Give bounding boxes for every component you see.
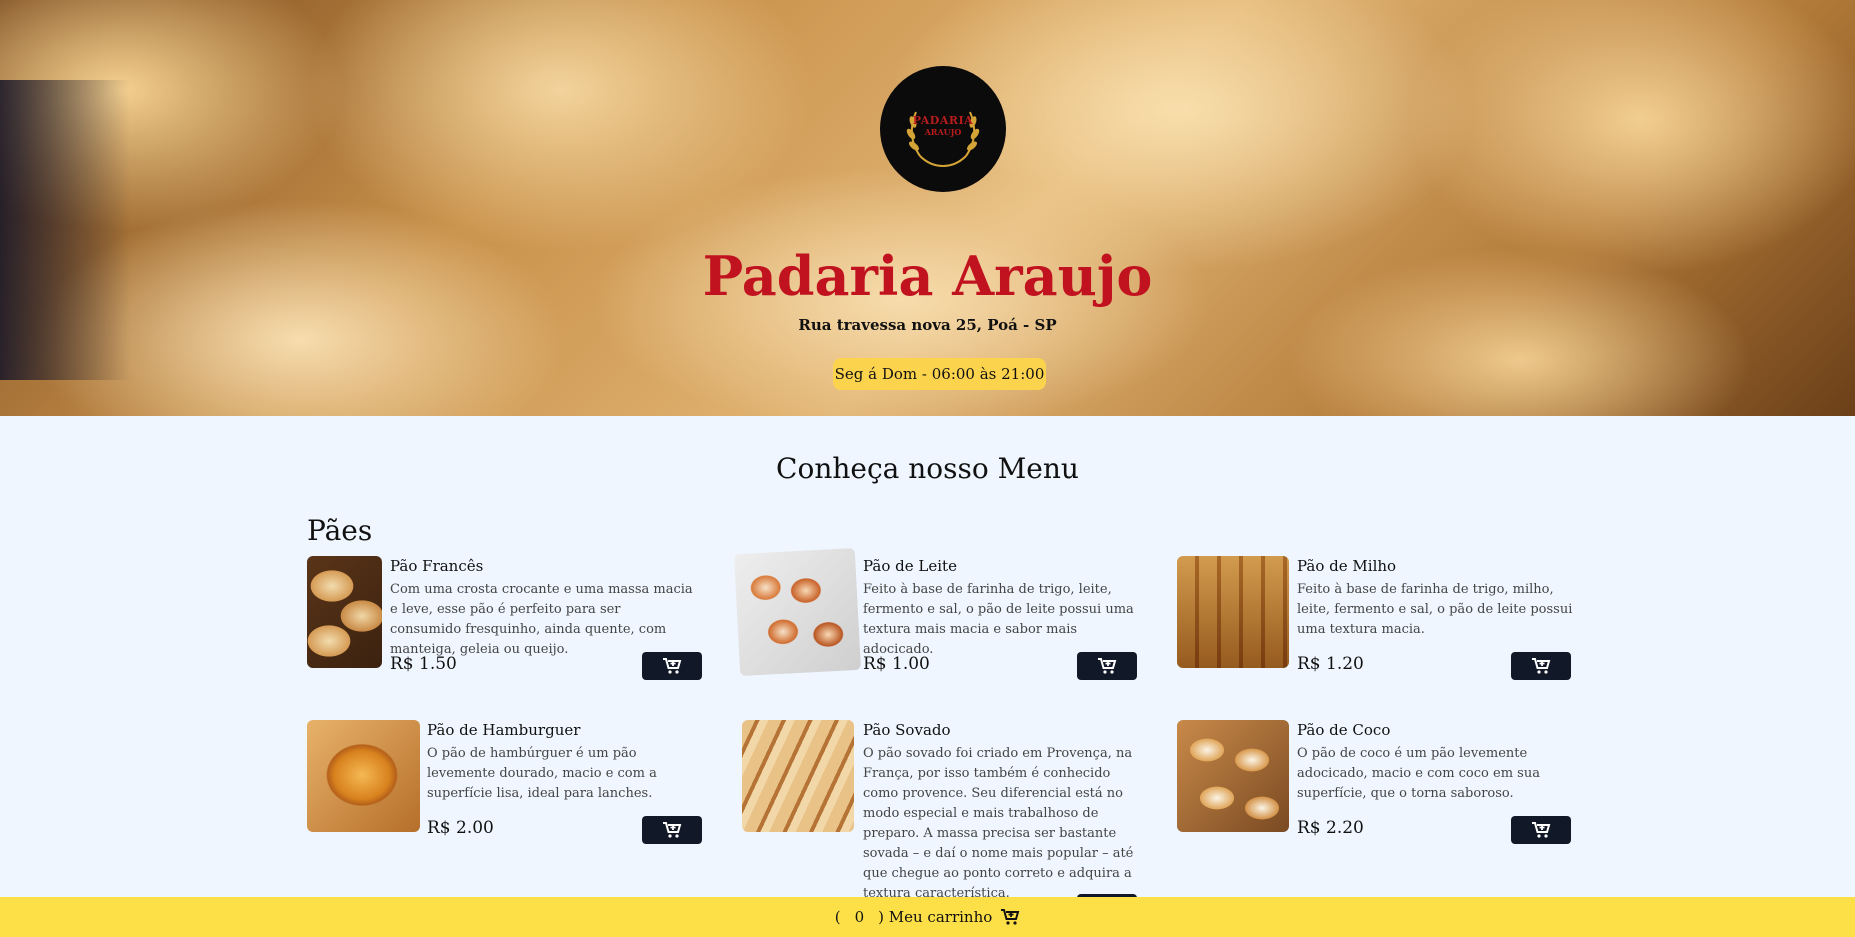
- item-description: O pão de coco é um pão levemente adocica…: [1297, 746, 1540, 801]
- item-price: R$ 1.20: [1297, 654, 1364, 674]
- item-price: R$ 1.50: [390, 654, 457, 674]
- add-to-cart-button[interactable]: [1511, 816, 1571, 844]
- bakery-address: Rua travessa nova 25, Poá - SP: [798, 316, 1057, 334]
- pao-de-coco-image: [1177, 720, 1289, 832]
- cart-icon: [1001, 909, 1020, 925]
- item-description: Feito à base de farinha de trigo, leite,…: [863, 582, 1134, 657]
- add-to-cart-button[interactable]: [642, 652, 702, 680]
- pao-de-hamburguer-image: [307, 720, 420, 832]
- bakery-title: Padaria Araujo: [702, 244, 1153, 308]
- item-price: R$ 2.20: [1297, 818, 1364, 838]
- cart-footer-button[interactable]: ( 0 ) Meu carrinho: [0, 897, 1855, 937]
- opening-hours-badge: Seg á Dom - 06:00 às 21:00: [833, 358, 1046, 390]
- section-title-paes: Pães: [307, 514, 373, 547]
- cart-plus-icon: [1098, 658, 1117, 674]
- logo-text-bottom: ARAUJO: [924, 126, 962, 137]
- item-name: Pão de Coco: [1297, 721, 1391, 739]
- item-name: Pão Sovado: [863, 721, 951, 739]
- cart-plus-icon: [1532, 822, 1551, 838]
- logo-text-top: PADARIA: [912, 113, 974, 127]
- cart-plus-icon: [663, 658, 682, 674]
- pao-de-leite-image: [733, 547, 862, 677]
- pao-sovado-image: [742, 720, 854, 832]
- add-to-cart-button[interactable]: [642, 816, 702, 844]
- add-to-cart-button[interactable]: [1511, 652, 1571, 680]
- cart-count-open: (: [834, 908, 841, 926]
- item-name: Pão Francês: [390, 557, 484, 575]
- item-name: Pão de Leite: [863, 557, 957, 575]
- menu-title: Conheça nosso Menu: [776, 452, 1079, 485]
- item-description: Com uma crosta crocante e uma massa maci…: [390, 582, 693, 657]
- hero-banner: PADARIA ARAUJO Padaria Araujo Rua traves…: [0, 0, 1855, 416]
- item-description: O pão de hambúrguer é um pão levemente d…: [427, 746, 657, 801]
- cart-count: 0: [854, 908, 865, 926]
- item-name: Pão de Milho: [1297, 557, 1397, 575]
- add-to-cart-button[interactable]: [1077, 652, 1137, 680]
- pao-de-milho-image: [1177, 556, 1289, 668]
- item-price: R$ 1.00: [863, 654, 930, 674]
- item-description: Feito à base de farinha de trigo, milho,…: [1297, 582, 1573, 637]
- cart-label: ) Meu carrinho: [878, 908, 993, 926]
- item-price: R$ 2.00: [427, 818, 494, 838]
- item-name: Pão de Hamburguer: [427, 721, 581, 739]
- pao-frances-image: [307, 556, 382, 668]
- cart-plus-icon: [1532, 658, 1551, 674]
- item-description: O pão sovado foi criado em Provença, na …: [863, 746, 1134, 901]
- cart-plus-icon: [663, 822, 682, 838]
- bakery-logo: PADARIA ARAUJO: [880, 66, 1006, 192]
